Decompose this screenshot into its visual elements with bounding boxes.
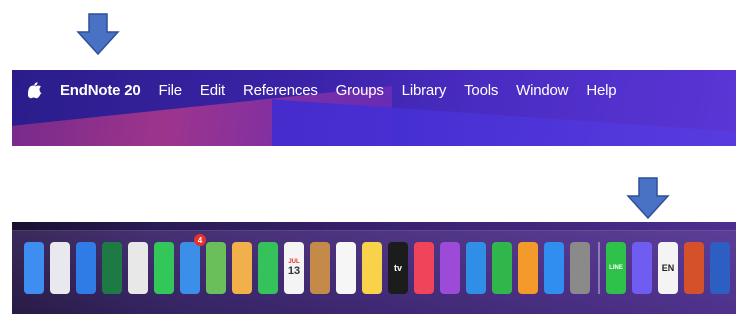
messenger-icon[interactable] — [632, 242, 652, 294]
menu-bar: EndNote 20 File Edit References Groups L… — [12, 70, 736, 110]
chrome-icon[interactable] — [128, 242, 148, 294]
word-icon[interactable] — [710, 242, 730, 294]
finder-icon[interactable] — [24, 242, 44, 294]
facetime-icon[interactable] — [258, 242, 278, 294]
line-label: LINE — [609, 265, 623, 271]
contacts-icon[interactable] — [310, 242, 330, 294]
appstore-icon[interactable] — [544, 242, 564, 294]
music-icon[interactable] — [414, 242, 434, 294]
menu-edit[interactable]: Edit — [200, 82, 225, 99]
apple-logo-icon[interactable] — [28, 81, 42, 99]
launchpad-icon[interactable] — [50, 242, 70, 294]
reminders-icon[interactable] — [336, 242, 356, 294]
menu-app-name[interactable]: EndNote 20 — [60, 82, 141, 99]
settings-icon[interactable] — [570, 242, 590, 294]
calendar-icon[interactable]: JUL 13 — [284, 242, 304, 294]
calendar-day: 13 — [287, 265, 301, 277]
down-arrow-icon — [626, 177, 670, 220]
appletv-icon[interactable]: tv — [388, 242, 408, 294]
mail-icon[interactable]: 4 — [180, 234, 206, 294]
endnote-icon[interactable]: EN — [658, 242, 678, 294]
safari-icon[interactable] — [76, 242, 96, 294]
line-icon[interactable]: LINE — [606, 242, 626, 294]
menu-library[interactable]: Library — [402, 82, 447, 99]
menubar-screenshot: EndNote 20 File Edit References Groups L… — [12, 70, 736, 146]
podcasts-icon[interactable] — [440, 242, 460, 294]
maps-icon[interactable] — [206, 242, 226, 294]
menu-window[interactable]: Window — [516, 82, 568, 99]
dock: 4JUL13tvLINEEN? — [24, 234, 736, 296]
menu-groups[interactable]: Groups — [336, 82, 384, 99]
pages-icon[interactable] — [518, 242, 538, 294]
endnote-label: EN — [661, 263, 675, 273]
menu-file[interactable]: File — [159, 82, 183, 99]
excel-icon[interactable] — [102, 242, 122, 294]
appletv-label: tv — [393, 263, 402, 273]
dock-separator — [598, 242, 600, 294]
down-arrow-icon — [76, 13, 120, 56]
menu-help[interactable]: Help — [586, 82, 616, 99]
photos-icon[interactable] — [232, 242, 252, 294]
messages-icon[interactable] — [154, 242, 174, 294]
dock-screenshot: 4JUL13tvLINEEN? — [12, 222, 736, 314]
notes-icon[interactable] — [362, 242, 382, 294]
menu-references[interactable]: References — [243, 82, 318, 99]
menu-tools[interactable]: Tools — [464, 82, 498, 99]
numbers-icon[interactable] — [492, 242, 512, 294]
powerpoint-icon[interactable] — [684, 242, 704, 294]
notification-badge: 4 — [194, 234, 206, 246]
keynote-icon[interactable] — [466, 242, 486, 294]
